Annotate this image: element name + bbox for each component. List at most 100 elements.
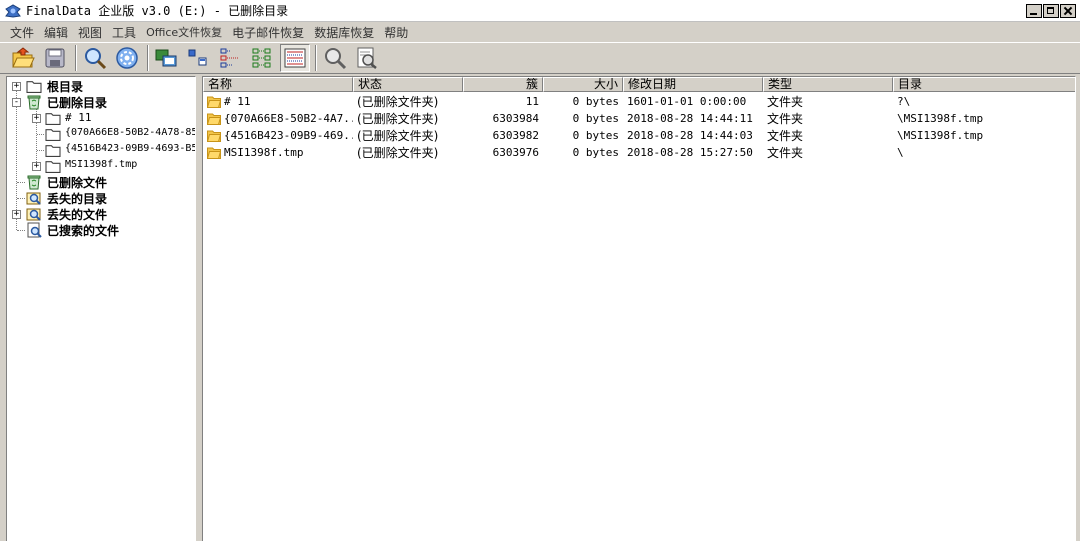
menu-tools[interactable]: 工具 <box>108 24 140 41</box>
menu-file[interactable]: 文件 <box>6 24 38 41</box>
tree-item-label: 丢失的目录 <box>47 192 108 206</box>
tree-view-button[interactable] <box>248 44 278 72</box>
save-button[interactable] <box>40 44 70 72</box>
find-button[interactable] <box>320 44 350 72</box>
expand-toggle[interactable]: + <box>32 114 41 123</box>
column-header-size[interactable]: 大小 <box>543 77 623 92</box>
tree-item-label: 已删除文件 <box>47 176 108 190</box>
status-cell: (已删除文件夹) <box>357 95 439 109</box>
small-icons-view-icon <box>188 49 207 66</box>
column-header-modified[interactable]: 修改日期 <box>623 77 763 92</box>
toolbar-separator <box>147 45 149 71</box>
tree-item-label: {070A66E8-50B2-4A78-85 <box>65 127 196 138</box>
maximize-button[interactable] <box>1043 4 1059 18</box>
settings-button[interactable] <box>112 44 142 72</box>
tree-item-label: 根目录 <box>47 80 84 94</box>
tree-item-label: 已搜索的文件 <box>47 224 120 238</box>
recycle-bin-icon <box>27 175 41 190</box>
table-row[interactable]: MSI1398f.tmp (已删除文件夹) 6303976 0 bytes 2018-0… <box>203 144 1075 161</box>
large-icons-button[interactable] <box>152 44 182 72</box>
directory-cell: \MSI1398f.tmp <box>897 129 984 142</box>
finaldata-app-icon <box>5 3 21 18</box>
collapse-toggle[interactable]: - <box>12 98 21 107</box>
file-name: MSI1398f.tmp <box>224 146 304 159</box>
table-row[interactable]: {070A66E8-50B2-4A7... (已删除文件夹) 6303984 0 by… <box>203 110 1075 127</box>
list-view-button[interactable] <box>216 44 246 72</box>
folder-icon <box>45 161 61 173</box>
tree-item-label: 已删除目录 <box>47 96 108 110</box>
menu-help[interactable]: 帮助 <box>380 24 412 41</box>
magnifier-folder-icon <box>26 192 41 205</box>
tree-item-label: # 11 <box>65 111 92 124</box>
folder-icon <box>207 130 221 142</box>
size-cell: 0 bytes <box>572 95 619 108</box>
details-view-icon <box>284 48 306 68</box>
file-name: # 11 <box>224 95 251 108</box>
recycle-bin-icon <box>27 95 41 110</box>
name-cell: {070A66E8-50B2-4A7... <box>203 112 353 125</box>
modified-cell: 2018-08-28 14:44:03 <box>627 129 753 142</box>
folder-icon <box>45 113 61 125</box>
minimize-button[interactable] <box>1026 4 1042 18</box>
open-button[interactable] <box>8 44 38 72</box>
tree-item-label: MSI1398f.tmp <box>65 159 138 170</box>
name-cell: MSI1398f.tmp <box>203 146 353 159</box>
directory-cell: \MSI1398f.tmp <box>897 112 984 125</box>
column-header-directory[interactable]: 目录 <box>893 77 1075 92</box>
save-icon <box>45 48 65 68</box>
type-cell: 文件夹 <box>767 129 804 143</box>
toolbar <box>0 42 1080 74</box>
folder-icon <box>207 96 221 108</box>
large-icons-view-icon <box>155 49 177 67</box>
menu-database-recovery[interactable]: 数据库恢复 <box>310 24 378 41</box>
file-list[interactable]: 名称 状态 簇 大小 修改日期 类型 目录 # 11 (已删除文件夹) 11 0 by… <box>202 76 1076 541</box>
cluster-cell: 6303982 <box>492 129 539 142</box>
column-header-type[interactable]: 类型 <box>763 77 893 92</box>
menu-email-recovery[interactable]: 电子邮件恢复 <box>228 24 308 41</box>
tree-view-icon <box>252 48 271 68</box>
details-view-button[interactable] <box>280 44 310 72</box>
folder-icon <box>207 113 221 125</box>
cluster-cell: 6303976 <box>492 146 539 159</box>
window-title: FinalData 企业版 v3.0 (E:) - 已删除目录 <box>26 4 289 18</box>
cluster-cell: 6303984 <box>492 112 539 125</box>
expand-toggle[interactable]: + <box>12 82 21 91</box>
modified-cell: 2018-08-28 14:44:11 <box>627 112 753 125</box>
menu-edit[interactable]: 编辑 <box>40 24 72 41</box>
column-header-status[interactable]: 状态 <box>353 77 463 92</box>
menu-office-recovery[interactable]: Office文件恢复 <box>142 24 226 40</box>
close-button[interactable] <box>1060 4 1076 18</box>
name-cell: {4516B423-09B9-469... <box>203 129 353 142</box>
column-header-name[interactable]: 名称 <box>203 77 353 92</box>
file-name: {070A66E8-50B2-4A7... <box>224 112 353 125</box>
directory-cell: \ <box>897 146 904 159</box>
folder-icon <box>45 129 61 141</box>
table-row[interactable]: {4516B423-09B9-469... (已删除文件夹) 6303982 0 by… <box>203 127 1075 144</box>
small-icons-button[interactable] <box>184 44 214 72</box>
menu-bar: 文件 编辑 视图 工具 Office文件恢复 电子邮件恢复 数据库恢复 帮助 <box>0 22 1080 42</box>
cluster-cell: 11 <box>525 95 539 108</box>
search-icon <box>85 48 107 70</box>
type-cell: 文件夹 <box>767 95 804 109</box>
name-cell: # 11 <box>203 95 353 108</box>
expand-toggle[interactable]: + <box>12 210 21 219</box>
size-cell: 0 bytes <box>572 146 619 159</box>
toolbar-separator <box>315 45 317 71</box>
search-document-icon <box>27 222 42 238</box>
directory-cell: ?\ <box>897 95 911 108</box>
find-document-button[interactable] <box>352 44 382 72</box>
tree-item-label: {4516B423-09B9-4693-B5 <box>65 143 196 154</box>
toolbar-separator <box>75 45 77 71</box>
search-button[interactable] <box>80 44 110 72</box>
folder-tree[interactable]: + 根目录 - 已删除目录 + # 11 {070A66E8-50B2-4A78… <box>6 76 196 541</box>
magnifier-folder-icon <box>26 208 41 221</box>
list-view-icon <box>220 48 239 68</box>
file-name: {4516B423-09B9-469... <box>224 129 353 142</box>
find-icon <box>325 48 347 70</box>
folder-icon <box>207 147 221 159</box>
column-header-cluster[interactable]: 簇 <box>463 77 543 92</box>
open-folder-icon <box>12 47 35 68</box>
menu-view[interactable]: 视图 <box>74 24 106 41</box>
expand-toggle[interactable]: + <box>32 162 41 171</box>
table-row[interactable]: # 11 (已删除文件夹) 11 0 bytes 1601-01-01 0:00:00 文… <box>203 93 1075 110</box>
